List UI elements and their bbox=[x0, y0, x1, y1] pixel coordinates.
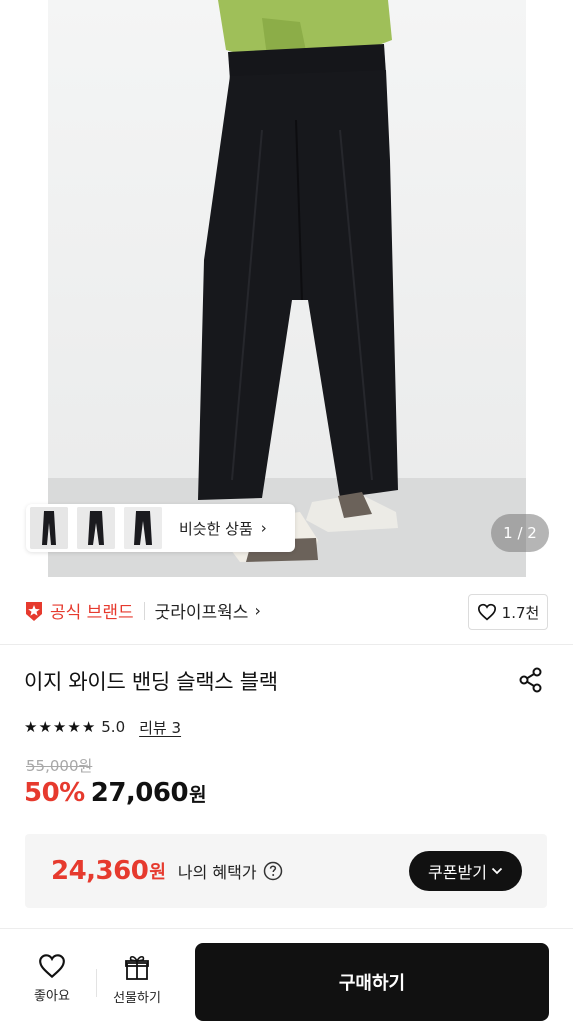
star-badge-icon bbox=[26, 601, 42, 621]
like-button[interactable]: 좋아요 bbox=[17, 953, 87, 1004]
chevron-down-icon bbox=[491, 864, 503, 878]
star-rating: ★ ★ ★ ★ ★ bbox=[24, 718, 96, 736]
star-icon: ★ bbox=[81, 718, 96, 736]
coupon-button[interactable]: 쿠폰받기 bbox=[409, 851, 522, 891]
benefit-price-box: 24,360 원 나의 혜택가 쿠폰받기 bbox=[25, 834, 547, 908]
brand-row: 공식 브랜드 굿라이프웍스 › 1.7천 bbox=[0, 577, 573, 645]
product-photo bbox=[0, 0, 573, 577]
title-row: 이지 와이드 밴딩 슬랙스 블랙 bbox=[24, 664, 549, 698]
original-price: 55,000원 bbox=[26, 757, 93, 775]
benefit-price: 24,360 bbox=[51, 856, 149, 886]
divider bbox=[143, 601, 145, 620]
similar-products-button[interactable]: 비슷한 상품 › bbox=[179, 518, 267, 539]
similar-products-label: 비슷한 상품 bbox=[179, 519, 253, 538]
thumbnail-strip: 비슷한 상품 › bbox=[26, 504, 295, 552]
brand-link[interactable]: 굿라이프웍스 › bbox=[155, 598, 261, 623]
star-icon: ★ bbox=[38, 718, 52, 736]
product-title: 이지 와이드 밴딩 슬랙스 블랙 bbox=[24, 670, 278, 694]
heart-icon bbox=[39, 954, 65, 979]
divider bbox=[96, 969, 97, 997]
official-brand-badge: 공식 브랜드 bbox=[24, 598, 134, 623]
buy-button[interactable]: 구매하기 bbox=[195, 943, 549, 1021]
gift-button[interactable]: 선물하기 bbox=[102, 953, 172, 1006]
page-indicator: 1 / 2 bbox=[491, 514, 549, 552]
discount-rate: 50% bbox=[24, 778, 85, 808]
chevron-right-icon: › bbox=[254, 601, 261, 620]
review-link[interactable]: 리뷰 3 bbox=[139, 717, 181, 738]
star-icon: ★ bbox=[24, 718, 38, 736]
star-icon: ★ bbox=[67, 718, 81, 736]
like-label: 좋아요 bbox=[34, 989, 70, 1004]
brand-name: 굿라이프웍스 bbox=[154, 603, 249, 623]
like-count: 1.7천 bbox=[501, 603, 540, 622]
star-icon: ★ bbox=[52, 718, 67, 736]
coupon-button-label: 쿠폰받기 bbox=[428, 863, 487, 882]
chevron-right-icon: › bbox=[260, 519, 267, 537]
benefit-label-wrap: 나의 혜택가 bbox=[178, 859, 283, 883]
gift-icon bbox=[125, 955, 149, 980]
thumbnail-3[interactable] bbox=[124, 507, 162, 549]
thumbnail-1[interactable] bbox=[30, 507, 68, 549]
gift-label: 선물하기 bbox=[113, 991, 161, 1006]
rating-score: 5.0 bbox=[101, 718, 126, 736]
sale-price: 27,060 bbox=[90, 778, 189, 808]
benefit-currency: 원 bbox=[149, 862, 166, 883]
like-count-button[interactable]: 1.7천 bbox=[468, 594, 548, 630]
benefit-label: 나의 혜택가 bbox=[177, 863, 257, 882]
heart-icon bbox=[477, 603, 496, 621]
product-image-carousel[interactable]: 비슷한 상품 › 1 / 2 bbox=[0, 0, 573, 577]
sale-currency: 원 bbox=[189, 784, 207, 806]
share-icon[interactable] bbox=[517, 666, 545, 694]
thumbnail-2[interactable] bbox=[77, 507, 115, 549]
help-icon[interactable] bbox=[263, 861, 283, 881]
rating-row: ★ ★ ★ ★ ★ 5.0 리뷰 3 bbox=[24, 715, 181, 739]
price-row: 50% 27,060 원 bbox=[24, 778, 207, 814]
official-brand-label: 공식 브랜드 bbox=[50, 603, 134, 623]
bottom-action-bar: 좋아요 선물하기 구매하기 bbox=[0, 928, 573, 1024]
